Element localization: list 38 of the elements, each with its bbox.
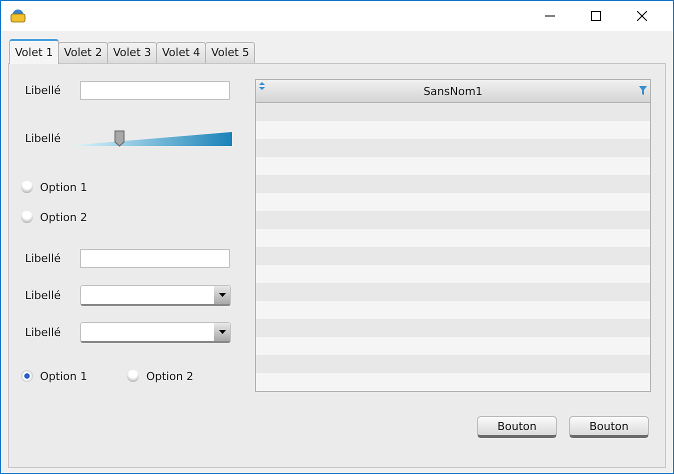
column-header[interactable]: SansNom1 bbox=[256, 80, 650, 103]
field-label: Libellé bbox=[24, 84, 62, 96]
filter-icon[interactable] bbox=[639, 86, 647, 95]
tab[interactable]: Volet 3 bbox=[107, 42, 158, 63]
push-button[interactable]: Bouton bbox=[477, 416, 557, 438]
dropdown-arrow-icon bbox=[218, 292, 226, 296]
table-row[interactable] bbox=[256, 355, 650, 373]
radio-button[interactable]: Option 1 bbox=[21, 370, 88, 382]
radio-button[interactable]: Option 2 bbox=[21, 206, 88, 228]
combo-label: Libellé bbox=[24, 326, 62, 338]
slider-thumb[interactable] bbox=[114, 130, 126, 146]
close-icon[interactable] bbox=[637, 11, 647, 21]
sort-icon[interactable] bbox=[259, 82, 265, 90]
push-button[interactable]: Bouton bbox=[569, 416, 649, 438]
app-logo-icon bbox=[10, 9, 26, 23]
slider-track[interactable] bbox=[76, 130, 231, 146]
table-row[interactable] bbox=[256, 175, 650, 193]
table-row[interactable] bbox=[256, 103, 650, 121]
field-label: Libellé bbox=[24, 252, 62, 264]
tab[interactable]: Volet 1 bbox=[9, 39, 60, 64]
combo-label: Libellé bbox=[24, 288, 62, 302]
tab[interactable]: Volet 4 bbox=[156, 42, 206, 63]
text-field[interactable] bbox=[80, 248, 230, 268]
dropdown-field[interactable] bbox=[80, 322, 231, 342]
slider-label: Libellé bbox=[24, 132, 62, 144]
table-row[interactable] bbox=[256, 139, 650, 157]
table-row[interactable] bbox=[256, 247, 650, 265]
tab[interactable]: Volet 5 bbox=[205, 42, 256, 63]
table-row[interactable] bbox=[256, 283, 650, 301]
text-field[interactable] bbox=[80, 80, 230, 100]
radio-button[interactable]: Option 1 bbox=[21, 176, 88, 198]
table-row[interactable] bbox=[256, 211, 650, 229]
tab[interactable]: Volet 2 bbox=[58, 42, 108, 63]
dropdown-field[interactable] bbox=[80, 284, 231, 306]
maximize-icon[interactable] bbox=[591, 11, 601, 21]
dropdown-arrow-icon bbox=[218, 330, 226, 334]
table-row[interactable] bbox=[256, 319, 650, 337]
radio-button[interactable]: Option 2 bbox=[127, 370, 194, 382]
